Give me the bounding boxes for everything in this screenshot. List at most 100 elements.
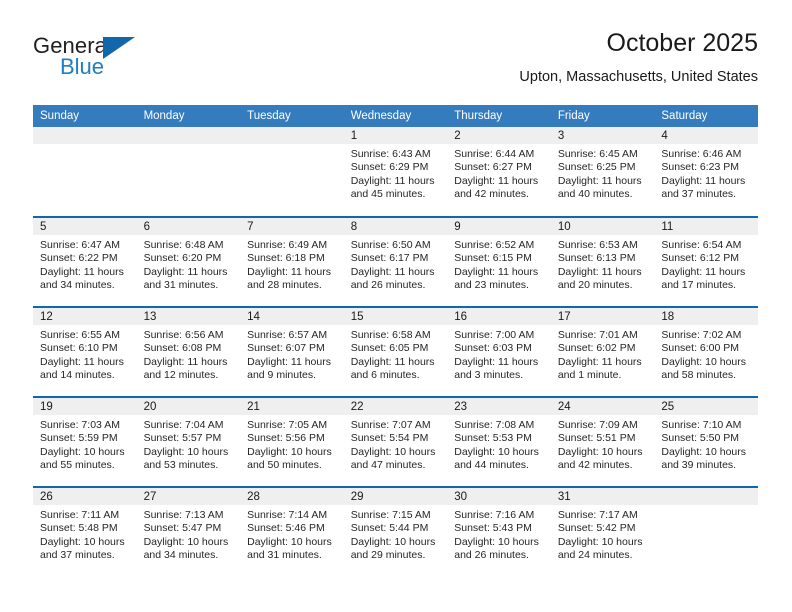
sunset-text: Sunset: 6:05 PM bbox=[350, 342, 429, 355]
day-detail: Sunrise: 7:04 AM Sunset: 5:57 PM Daylight:… bbox=[137, 415, 241, 473]
daylight-text-line2: and 26 minutes. bbox=[350, 279, 426, 292]
daylight-text-line1: Daylight: 11 hours bbox=[557, 174, 642, 187]
calendar-day-cell[interactable]: 25 Sunrise: 7:10 AM Sunset: 5:50 PM Dayligh… bbox=[654, 396, 758, 487]
calendar-body: 1 Sunrise: 6:43 AM Sunset: 6:29 PM Daylight… bbox=[33, 127, 758, 577]
calendar-day-cell[interactable]: 30 Sunrise: 7:16 AM Sunset: 5:43 PM Dayligh… bbox=[447, 486, 551, 577]
calendar-week-row: 1 Sunrise: 6:43 AM Sunset: 6:29 PM Daylight… bbox=[33, 127, 758, 217]
calendar-day-cell[interactable]: 16 Sunrise: 7:00 AM Sunset: 6:03 PM Dayligh… bbox=[447, 306, 551, 397]
daylight-text-line1: Daylight: 11 hours bbox=[350, 174, 435, 187]
calendar-day-cell[interactable]: 2 Sunrise: 6:44 AM Sunset: 6:27 PM Daylight… bbox=[447, 127, 551, 217]
sunset-text: Sunset: 6:12 PM bbox=[661, 252, 740, 265]
daylight-text-line1: Daylight: 10 hours bbox=[247, 535, 332, 548]
calendar-day-cell[interactable]: 6 Sunrise: 6:48 AM Sunset: 6:20 PM Daylight… bbox=[136, 216, 241, 307]
day-number: 12 bbox=[33, 308, 137, 325]
day-detail bbox=[137, 144, 241, 148]
sunrise-text: Sunrise: 7:05 AM bbox=[247, 419, 328, 431]
sunset-text: Sunset: 5:57 PM bbox=[143, 432, 222, 445]
day-cell-inner: 11 Sunrise: 6:54 AM Sunset: 6:12 PM Dayligh… bbox=[654, 218, 758, 306]
logo-triangle-icon bbox=[103, 37, 135, 59]
daylight-text-line1: Daylight: 11 hours bbox=[247, 355, 331, 368]
day-cell-inner: 27 Sunrise: 7:13 AM Sunset: 5:47 PM Dayligh… bbox=[136, 488, 241, 577]
calendar-day-cell[interactable]: 28 Sunrise: 7:14 AM Sunset: 5:46 PM Dayligh… bbox=[240, 486, 344, 577]
calendar-day-cell[interactable]: 20 Sunrise: 7:04 AM Sunset: 5:57 PM Dayligh… bbox=[136, 396, 241, 487]
page-header: General Blue October 2025 Upton, Massach… bbox=[33, 28, 758, 96]
day-detail: Sunrise: 6:57 AM Sunset: 6:07 PM Daylight:… bbox=[240, 325, 344, 383]
daylight-text-line1: Daylight: 11 hours bbox=[247, 265, 331, 278]
daylight-text-line1: Daylight: 10 hours bbox=[454, 445, 539, 458]
calendar-day-cell[interactable]: 19 Sunrise: 7:03 AM Sunset: 5:59 PM Dayligh… bbox=[33, 396, 137, 487]
day-cell-inner: 2 Sunrise: 6:44 AM Sunset: 6:27 PM Daylight… bbox=[447, 127, 551, 216]
sunrise-text: Sunrise: 7:13 AM bbox=[143, 509, 224, 521]
sunset-text: Sunset: 6:18 PM bbox=[247, 252, 325, 265]
day-detail: Sunrise: 7:13 AM Sunset: 5:47 PM Daylight:… bbox=[137, 505, 241, 563]
daylight-text-line2: and 26 minutes. bbox=[454, 549, 529, 562]
calendar-day-cell[interactable]: 14 Sunrise: 6:57 AM Sunset: 6:07 PM Dayligh… bbox=[240, 306, 344, 397]
calendar-day-cell[interactable]: 7 Sunrise: 6:49 AM Sunset: 6:18 PM Daylight… bbox=[240, 216, 344, 307]
calendar-day-cell[interactable]: 27 Sunrise: 7:13 AM Sunset: 5:47 PM Dayligh… bbox=[136, 486, 241, 577]
daylight-text-line2: and 17 minutes. bbox=[661, 279, 737, 292]
day-detail: Sunrise: 7:10 AM Sunset: 5:50 PM Daylight:… bbox=[654, 415, 758, 473]
sunset-text: Sunset: 6:25 PM bbox=[557, 161, 636, 174]
day-detail: Sunrise: 6:54 AM Sunset: 6:12 PM Daylight:… bbox=[654, 235, 758, 293]
weekday-header-thursday: Thursday bbox=[447, 105, 551, 127]
calendar-day-cell[interactable]: 26 Sunrise: 7:11 AM Sunset: 5:48 PM Dayligh… bbox=[33, 486, 137, 577]
day-detail: Sunrise: 6:47 AM Sunset: 6:22 PM Daylight:… bbox=[33, 235, 137, 293]
daylight-text-line1: Daylight: 11 hours bbox=[454, 265, 539, 278]
calendar-day-cell[interactable]: 10 Sunrise: 6:53 AM Sunset: 6:13 PM Dayligh… bbox=[550, 216, 655, 307]
calendar-empty-cell bbox=[240, 127, 344, 217]
calendar-table: Sunday Monday Tuesday Wednesday Thursday… bbox=[33, 105, 758, 577]
day-cell-inner: 5 Sunrise: 6:47 AM Sunset: 6:22 PM Daylight… bbox=[33, 218, 137, 306]
calendar-day-cell[interactable]: 18 Sunrise: 7:02 AM Sunset: 6:00 PM Dayligh… bbox=[654, 306, 758, 397]
daylight-text-line2: and 24 minutes. bbox=[557, 549, 633, 562]
day-cell-inner: 6 Sunrise: 6:48 AM Sunset: 6:20 PM Daylight… bbox=[136, 218, 241, 306]
daylight-text-line1: Daylight: 11 hours bbox=[40, 265, 124, 278]
calendar-day-cell[interactable]: 22 Sunrise: 7:07 AM Sunset: 5:54 PM Dayligh… bbox=[343, 396, 448, 487]
daylight-text-line2: and 55 minutes. bbox=[40, 459, 115, 472]
day-detail: Sunrise: 7:15 AM Sunset: 5:44 PM Daylight:… bbox=[344, 505, 448, 563]
calendar-day-cell[interactable]: 1 Sunrise: 6:43 AM Sunset: 6:29 PM Daylight… bbox=[343, 127, 448, 217]
daylight-text-line1: Daylight: 11 hours bbox=[557, 265, 642, 278]
sunrise-text: Sunrise: 6:49 AM bbox=[247, 239, 328, 251]
general-blue-logo[interactable]: General Blue bbox=[33, 34, 153, 86]
day-number: 24 bbox=[550, 398, 655, 415]
calendar-day-cell[interactable]: 24 Sunrise: 7:09 AM Sunset: 5:51 PM Dayligh… bbox=[550, 396, 655, 487]
sunset-text: Sunset: 5:51 PM bbox=[557, 432, 636, 445]
day-number: 6 bbox=[136, 218, 241, 235]
calendar-day-cell[interactable]: 5 Sunrise: 6:47 AM Sunset: 6:22 PM Daylight… bbox=[33, 216, 137, 307]
calendar-day-cell[interactable]: 8 Sunrise: 6:50 AM Sunset: 6:17 PM Daylight… bbox=[343, 216, 448, 307]
calendar-day-cell[interactable]: 31 Sunrise: 7:17 AM Sunset: 5:42 PM Dayligh… bbox=[550, 486, 655, 577]
calendar-day-cell[interactable]: 3 Sunrise: 6:45 AM Sunset: 6:25 PM Daylight… bbox=[550, 127, 655, 217]
daylight-text-line2: and 53 minutes. bbox=[143, 459, 219, 472]
calendar-day-cell[interactable]: 29 Sunrise: 7:15 AM Sunset: 5:44 PM Dayligh… bbox=[343, 486, 448, 577]
calendar-day-cell[interactable]: 11 Sunrise: 6:54 AM Sunset: 6:12 PM Dayligh… bbox=[654, 216, 758, 307]
daylight-text-line2: and 14 minutes. bbox=[40, 369, 115, 382]
calendar-empty-cell bbox=[136, 127, 241, 217]
day-number: 8 bbox=[343, 218, 448, 235]
sunset-text: Sunset: 5:48 PM bbox=[40, 522, 118, 535]
sunrise-text: Sunrise: 7:03 AM bbox=[40, 419, 120, 431]
calendar-day-cell[interactable]: 15 Sunrise: 6:58 AM Sunset: 6:05 PM Dayligh… bbox=[343, 306, 448, 397]
sunset-text: Sunset: 6:03 PM bbox=[454, 342, 532, 355]
day-cell-inner: 18 Sunrise: 7:02 AM Sunset: 6:00 PM Dayligh… bbox=[654, 308, 758, 396]
sunrise-text: Sunrise: 7:04 AM bbox=[143, 419, 224, 431]
daylight-text-line2: and 23 minutes. bbox=[454, 279, 529, 292]
day-cell-inner: 21 Sunrise: 7:05 AM Sunset: 5:56 PM Dayligh… bbox=[240, 398, 344, 486]
calendar-day-cell[interactable]: 21 Sunrise: 7:05 AM Sunset: 5:56 PM Dayligh… bbox=[240, 396, 344, 487]
sunset-text: Sunset: 6:08 PM bbox=[143, 342, 222, 355]
calendar-day-cell[interactable]: 23 Sunrise: 7:08 AM Sunset: 5:53 PM Dayligh… bbox=[447, 396, 551, 487]
day-number: 21 bbox=[240, 398, 344, 415]
calendar-day-cell[interactable]: 12 Sunrise: 6:55 AM Sunset: 6:10 PM Dayligh… bbox=[33, 306, 137, 397]
sunrise-text: Sunrise: 7:07 AM bbox=[350, 419, 431, 431]
calendar-day-cell[interactable]: 9 Sunrise: 6:52 AM Sunset: 6:15 PM Daylight… bbox=[447, 216, 551, 307]
sunset-text: Sunset: 6:29 PM bbox=[350, 161, 429, 174]
day-detail: Sunrise: 6:53 AM Sunset: 6:13 PM Daylight:… bbox=[551, 235, 655, 293]
calendar-day-cell[interactable]: 17 Sunrise: 7:01 AM Sunset: 6:02 PM Dayligh… bbox=[550, 306, 655, 397]
daylight-text-line1: Daylight: 11 hours bbox=[143, 355, 228, 368]
sunrise-text: Sunrise: 6:58 AM bbox=[350, 329, 431, 341]
daylight-text-line1: Daylight: 10 hours bbox=[557, 535, 643, 548]
calendar-day-cell[interactable]: 13 Sunrise: 6:56 AM Sunset: 6:08 PM Dayligh… bbox=[136, 306, 241, 397]
calendar-day-cell[interactable]: 4 Sunrise: 6:46 AM Sunset: 6:23 PM Daylight… bbox=[654, 127, 758, 217]
sunrise-text: Sunrise: 6:48 AM bbox=[143, 239, 224, 251]
day-number: 28 bbox=[240, 488, 344, 505]
sunrise-text: Sunrise: 7:00 AM bbox=[454, 329, 535, 341]
